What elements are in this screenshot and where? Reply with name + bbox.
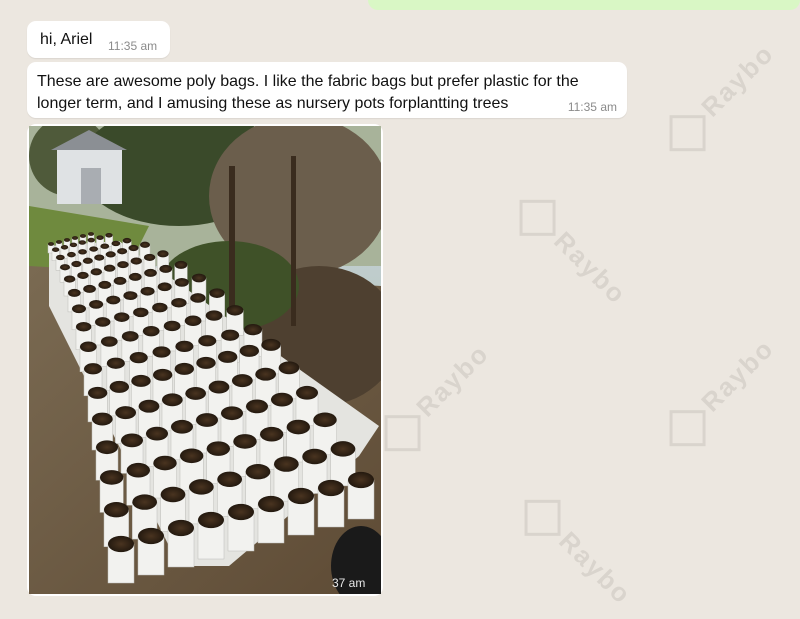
previous-outgoing-message-bubble[interactable]: [368, 0, 800, 10]
watermark-logo-icon: [519, 199, 556, 236]
watermark: Raybo: [377, 337, 498, 458]
watermark-logo-icon: [669, 410, 706, 447]
message-bubble-greeting[interactable]: hi, Ariel 11:35 am: [27, 21, 170, 58]
message-timestamp: 11:35 am: [567, 100, 617, 114]
message-text: These are awesome poly bags. I like the …: [37, 73, 579, 112]
watermark-logo-icon: [384, 415, 421, 452]
watermark-logo-icon: [524, 499, 561, 536]
message-text: hi, Ariel: [40, 31, 93, 48]
image-timestamp: 37 am: [332, 576, 366, 590]
watermark: Raybo: [512, 192, 633, 313]
watermark: Raybo: [662, 332, 783, 453]
watermark: Raybo: [662, 37, 783, 158]
message-timestamp: 11:35 am: [108, 39, 158, 53]
watermark-logo-icon: [669, 115, 706, 152]
image-message-bubble[interactable]: 37 am: [27, 124, 383, 596]
grow-bags-photo[interactable]: [29, 126, 381, 594]
watermark: Raybo: [517, 492, 638, 613]
message-bubble-poly-bags[interactable]: These are awesome poly bags. I like the …: [27, 62, 627, 118]
